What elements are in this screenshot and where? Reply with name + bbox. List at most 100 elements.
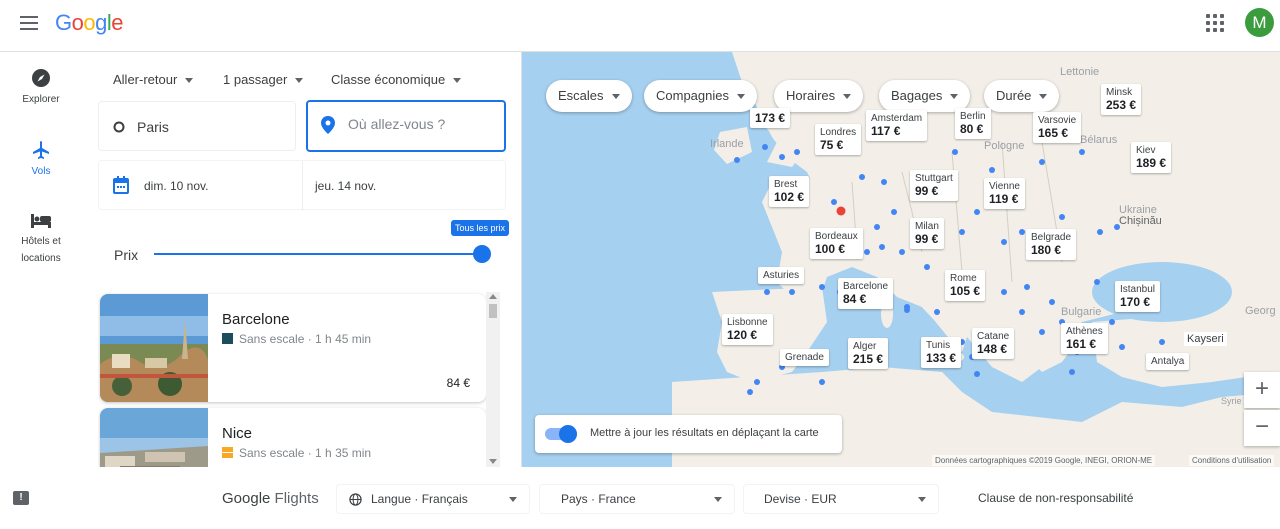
chevron-down-icon xyxy=(918,497,926,502)
result-price: 84 € xyxy=(446,376,470,390)
map-pin-city: Athènes xyxy=(1066,326,1103,337)
zoom-in-button[interactable]: + xyxy=(1244,372,1280,408)
filter-bagages-label: Bagages xyxy=(891,88,943,103)
currency-select[interactable]: Devise · EUR xyxy=(743,484,939,514)
map-pin-price: 99 € xyxy=(915,184,939,198)
rail-label-explore: Explorer xyxy=(22,94,60,105)
map-label-grenade[interactable]: Grenade xyxy=(780,349,829,366)
scroll-up-icon[interactable] xyxy=(489,294,497,299)
map-pin-price: 161 € xyxy=(1066,337,1097,351)
cabin-class-dropdown[interactable]: Classe économique xyxy=(331,72,462,87)
result-card-nice[interactable]: Nice Sans escale · 1 h 35 min xyxy=(100,408,486,467)
map-pin-catane[interactable]: Catane 148 € xyxy=(972,328,1015,359)
map-pin-kiev[interactable]: Kiev 189 € xyxy=(1131,142,1172,173)
toggle-knob[interactable] xyxy=(559,425,577,443)
map-pin-price: 105 € xyxy=(950,284,981,298)
scroll-down-icon[interactable] xyxy=(489,459,497,464)
map-label-asturies[interactable]: Asturies xyxy=(758,267,805,284)
map-pin-londres[interactable]: Londres 75 € xyxy=(815,124,862,155)
nice-photo xyxy=(100,408,208,467)
map-pin-rome[interactable]: Rome 105 € xyxy=(945,270,986,301)
map-pin-price: 189 € xyxy=(1136,156,1167,170)
map-pin-price: 80 € xyxy=(960,122,984,136)
map-pin-price: 133 € xyxy=(926,351,957,365)
trip-type-dropdown[interactable]: Aller-retour xyxy=(113,72,194,87)
map-pin-tunis[interactable]: Tunis 133 € xyxy=(921,337,962,368)
map-pin-vienne[interactable]: Vienne 119 € xyxy=(984,178,1025,209)
price-label: Prix xyxy=(114,247,139,263)
trip-type-label: Aller-retour xyxy=(113,72,178,87)
map-pin-stuttgart[interactable]: Stuttgart 99 € xyxy=(910,170,958,201)
map-pin-city: Stuttgart xyxy=(915,173,953,184)
map-label-syrie: Syrie xyxy=(1221,396,1242,406)
price-slider-track[interactable] xyxy=(154,253,484,255)
map-pin-belgrade[interactable]: Belgrade 180 € xyxy=(1026,229,1077,260)
map-pin-city: Bordeaux xyxy=(815,231,858,242)
map-label-chisinau: Chișinău xyxy=(1119,215,1162,227)
return-date[interactable]: jeu. 14 nov. xyxy=(315,179,376,193)
results-scrollbar[interactable] xyxy=(486,292,500,467)
price-slider-handle[interactable] xyxy=(473,245,491,263)
apps-grid-icon[interactable] xyxy=(1206,14,1224,32)
map-pin-city: Varsovie xyxy=(1038,115,1077,126)
language-select[interactable]: Langue · Français xyxy=(336,484,530,514)
map-pin-berlin[interactable]: Berlin 80 € xyxy=(955,108,991,139)
map-pin-amsterdam[interactable]: Amsterdam 117 € xyxy=(866,110,928,141)
map-pin-city: Barcelone xyxy=(843,281,889,292)
map-pin-price: 165 € xyxy=(1038,126,1069,140)
result-card-barcelone[interactable]: Barcelone Sans escale · 1 h 45 min 84 € xyxy=(100,294,486,402)
calendar-icon xyxy=(113,176,129,194)
map-label-pologne: Pologne xyxy=(984,140,1025,152)
map-pin-athenes[interactable]: Athènes 161 € xyxy=(1061,323,1108,354)
destination-field[interactable] xyxy=(306,100,506,152)
map-pin-price: 117 € xyxy=(871,124,901,138)
origin-field[interactable]: Paris xyxy=(98,101,296,151)
google-logo[interactable]: Google xyxy=(55,10,124,36)
map-pin-price: 215 € xyxy=(853,352,884,366)
rail-item-hotels[interactable]: Hôtels et locations xyxy=(0,212,82,264)
avatar[interactable]: M xyxy=(1245,8,1274,37)
map-pin-price: 99 € xyxy=(915,232,939,246)
map-label-antalya-text: Antalya xyxy=(1151,356,1185,367)
filter-duree[interactable]: Durée xyxy=(984,80,1060,112)
chevron-down-icon xyxy=(295,78,304,84)
rail-item-explore[interactable]: Explorer xyxy=(0,68,82,105)
map-pin-price: 170 € xyxy=(1120,295,1151,309)
map-pin-milan[interactable]: Milan 99 € xyxy=(910,218,944,249)
destination-input[interactable] xyxy=(348,116,498,132)
map-pin-city: Belgrade xyxy=(1031,232,1072,243)
map-pin-alger[interactable]: Alger 215 € xyxy=(848,338,889,369)
globe-icon xyxy=(349,493,362,506)
map-pin-city: Catane xyxy=(977,331,1010,342)
plane-icon xyxy=(33,141,49,159)
departure-date[interactable]: dim. 10 nov. xyxy=(144,179,208,193)
brand-google: Google xyxy=(222,490,271,507)
map-pin-barcelone[interactable]: Barcelone 84 € xyxy=(838,278,894,309)
chevron-down-icon xyxy=(1039,94,1048,100)
map-label-antalya[interactable]: Antalya xyxy=(1146,353,1190,370)
map-view[interactable]: Lettonie Irlande Pologne Bélarus Ukraine… xyxy=(522,52,1280,467)
zoom-out-button[interactable]: − xyxy=(1244,410,1280,446)
map-pin-istanbul[interactable]: Istanbul 170 € xyxy=(1115,281,1161,312)
chevron-down-icon xyxy=(737,94,745,100)
filter-compagnies[interactable]: Compagnies xyxy=(644,80,757,112)
disclaimer-link[interactable]: Clause de non-responsabilité xyxy=(978,491,1133,505)
feedback-icon[interactable]: ! xyxy=(13,491,29,505)
map-pin-city: Brest xyxy=(774,179,798,190)
map-terms-link[interactable]: Conditions d'utilisation xyxy=(1189,455,1275,466)
map-pin-lisbonne[interactable]: Lisbonne 120 € xyxy=(722,314,773,345)
map-pin[interactable]: 173 € xyxy=(750,108,791,128)
rail-item-flights[interactable]: Vols xyxy=(0,140,82,177)
country-select[interactable]: Pays · France xyxy=(539,484,735,514)
map-pin-varsovie[interactable]: Varsovie 165 € xyxy=(1033,112,1082,143)
menu-icon[interactable] xyxy=(20,16,38,30)
map-pin-bordeaux[interactable]: Bordeaux 100 € xyxy=(810,228,863,259)
scrollbar-thumb[interactable] xyxy=(489,304,497,318)
map-pin-minsk[interactable]: Minsk 253 € xyxy=(1101,84,1142,115)
map-pin-price: 100 € xyxy=(815,242,846,256)
filter-escales[interactable]: Escales xyxy=(546,80,632,112)
map-pin-brest[interactable]: Brest 102 € xyxy=(769,176,810,207)
passengers-dropdown[interactable]: 1 passager xyxy=(223,72,304,87)
airline-logo-icon xyxy=(222,447,233,458)
chevron-down-icon xyxy=(714,497,722,502)
